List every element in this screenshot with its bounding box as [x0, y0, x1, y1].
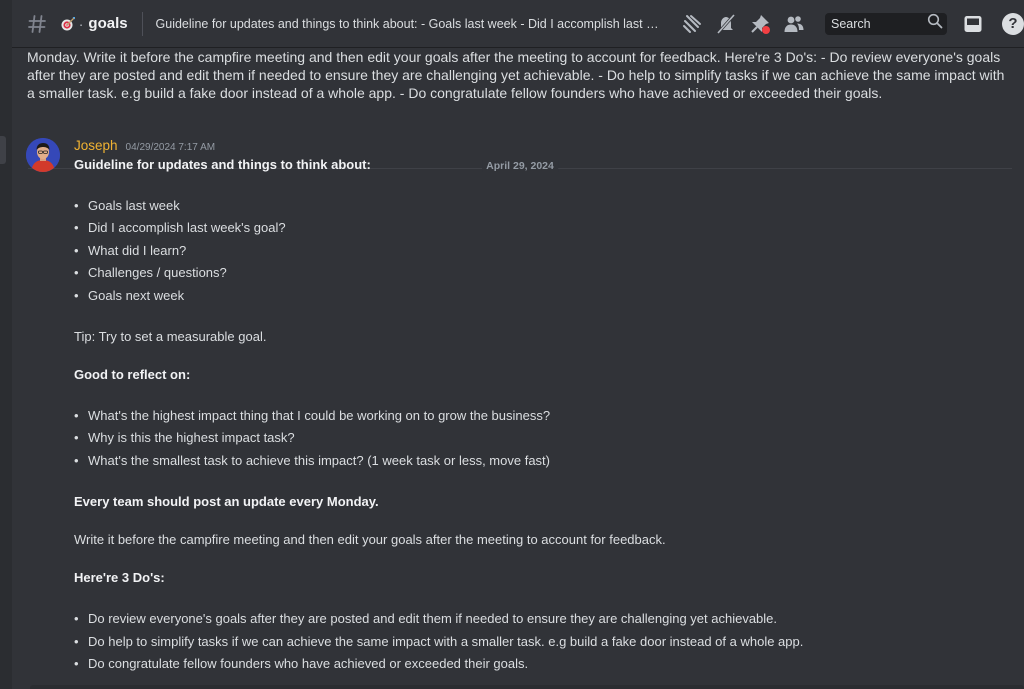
rail-selection-marker: [0, 136, 6, 164]
channel-separator: ·: [78, 15, 84, 32]
reflect-item: What's the smallest task to achieve this…: [74, 453, 550, 468]
members-icon[interactable]: [782, 12, 806, 36]
guideline-heading: Guideline for updates and things to thin…: [74, 157, 371, 172]
dos-heading: Here're 3 Do's:: [74, 570, 165, 585]
guideline-item: Did I accomplish last week's goal?: [74, 220, 286, 235]
search-icon: [927, 13, 943, 34]
avatar[interactable]: [26, 138, 60, 172]
guideline-item-text: Challenges / questions?: [88, 265, 227, 280]
left-rail: [0, 0, 12, 689]
header-divider: [141, 11, 143, 36]
reflect-item-text: What's the smallest task to achieve this…: [88, 453, 550, 468]
previous-message-content: Monday. Write it before the campfire mee…: [27, 49, 1005, 101]
bell-muted-icon[interactable]: [714, 12, 738, 36]
dos-item-text: Do congratulate fellow founders who have…: [88, 656, 529, 671]
guideline-item-text: Goals last week: [88, 198, 180, 213]
reflect-item: Why is this the highest impact task?: [74, 430, 295, 445]
reflect-item-text: What's the highest impact thing that I c…: [88, 408, 551, 423]
tip-text: Tip: Try to set a measurable goal.: [74, 329, 267, 344]
guideline-item: Goals last week: [74, 198, 180, 213]
dos-item: Do help to simplify tasks if we can achi…: [74, 634, 803, 649]
guideline-item: What did I learn?: [74, 243, 186, 258]
header-toolbar: Search ?: [675, 12, 1024, 36]
hash-icon: [24, 14, 50, 34]
composer-edge: [30, 685, 1024, 689]
discord-window: · goals Guideline for updates and things…: [0, 0, 1024, 689]
message-scroller[interactable]: Monday. Write it before the campfire mee…: [12, 48, 1024, 689]
monday-heading: Every team should post an update every M…: [74, 494, 379, 509]
channel-name[interactable]: goals: [88, 15, 127, 32]
dos-item-text: Do help to simplify tasks if we can achi…: [88, 634, 804, 649]
date-divider-label: April 29, 2024: [482, 160, 558, 172]
inbox-icon[interactable]: [961, 12, 985, 36]
guideline-item: Challenges / questions?: [74, 265, 227, 280]
reflect-item: What's the highest impact thing that I c…: [74, 408, 550, 423]
guideline-item-text: What did I learn?: [88, 243, 187, 258]
guideline-item: Goals next week: [74, 288, 184, 303]
pin-icon[interactable]: [748, 12, 772, 36]
dos-item: Do congratulate fellow founders who have…: [74, 656, 528, 671]
monday-text: Write it before the campfire meeting and…: [74, 532, 666, 547]
channel-topic[interactable]: Guideline for updates and things to thin…: [156, 17, 667, 31]
search-placeholder: Search: [831, 16, 871, 31]
guideline-item-text: Did I accomplish last week's goal?: [88, 220, 286, 235]
channel-header: · goals Guideline for updates and things…: [12, 0, 1024, 48]
search-input[interactable]: Search: [825, 12, 947, 35]
reflect-item-text: Why is this the highest impact task?: [88, 430, 295, 445]
help-icon[interactable]: ?: [1002, 12, 1024, 35]
username[interactable]: Joseph: [74, 138, 118, 153]
guideline-item-text: Goals next week: [88, 288, 185, 303]
threads-icon[interactable]: [680, 12, 704, 36]
dart-icon: [60, 16, 76, 32]
message-timestamp[interactable]: 04/29/2024 7:17 AM: [126, 142, 216, 153]
reflect-heading: Good to reflect on:: [74, 367, 191, 382]
dos-item-text: Do review everyone's goals after they ar…: [88, 611, 778, 626]
message-header: Joseph 04/29/2024 7:17 AM: [74, 138, 215, 153]
dos-item: Do review everyone's goals after they ar…: [74, 611, 777, 626]
